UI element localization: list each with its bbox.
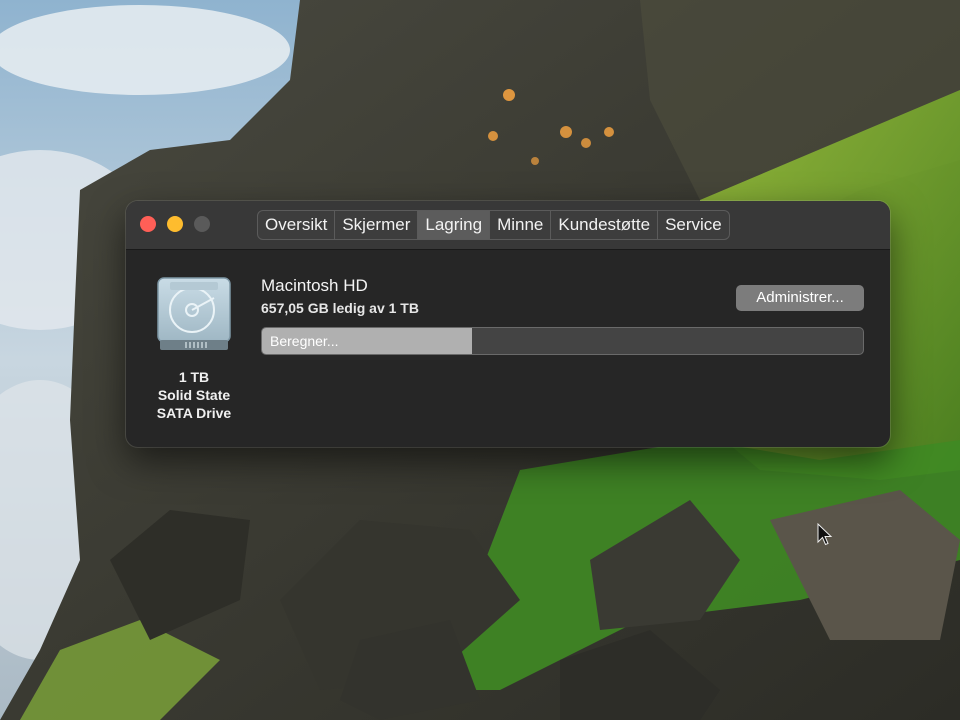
zoom-button	[194, 216, 210, 232]
minimize-button[interactable]	[167, 216, 183, 232]
drive-interface: SATA Drive	[156, 405, 232, 421]
tab-bar: Oversikt Skjermer Lagring Minne Kundestø…	[257, 210, 730, 240]
storage-panel: 1 TB Solid State SATA Drive Macintosh HD…	[126, 250, 890, 447]
close-button[interactable]	[140, 216, 156, 232]
disk-name: Macintosh HD	[261, 276, 368, 295]
pointer-cursor-icon	[817, 522, 833, 552]
hard-drive-icon	[156, 276, 232, 354]
tab-oversikt[interactable]: Oversikt	[258, 211, 334, 239]
window-titlebar: Oversikt Skjermer Lagring Minne Kundestø…	[126, 201, 890, 250]
tab-kundestotte[interactable]: Kundestøtte	[550, 211, 657, 239]
storage-usage-bar: Beregner...	[261, 327, 864, 355]
tab-skjermer[interactable]: Skjermer	[334, 211, 417, 239]
tab-lagring[interactable]: Lagring	[417, 211, 490, 239]
drive-type: Solid State	[157, 387, 231, 403]
drive-size: 1 TB	[178, 369, 210, 385]
drive-caption: 1 TB Solid State SATA Drive	[144, 368, 244, 422]
free-space-text: 657,05 GB ledig av 1 TB	[261, 300, 419, 316]
tab-minne[interactable]: Minne	[489, 211, 550, 239]
tab-service[interactable]: Service	[657, 211, 729, 239]
calculating-label: Beregner...	[270, 333, 339, 349]
about-this-mac-window: Oversikt Skjermer Lagring Minne Kundestø…	[126, 201, 890, 447]
manage-button[interactable]: Administrer...	[736, 285, 864, 311]
